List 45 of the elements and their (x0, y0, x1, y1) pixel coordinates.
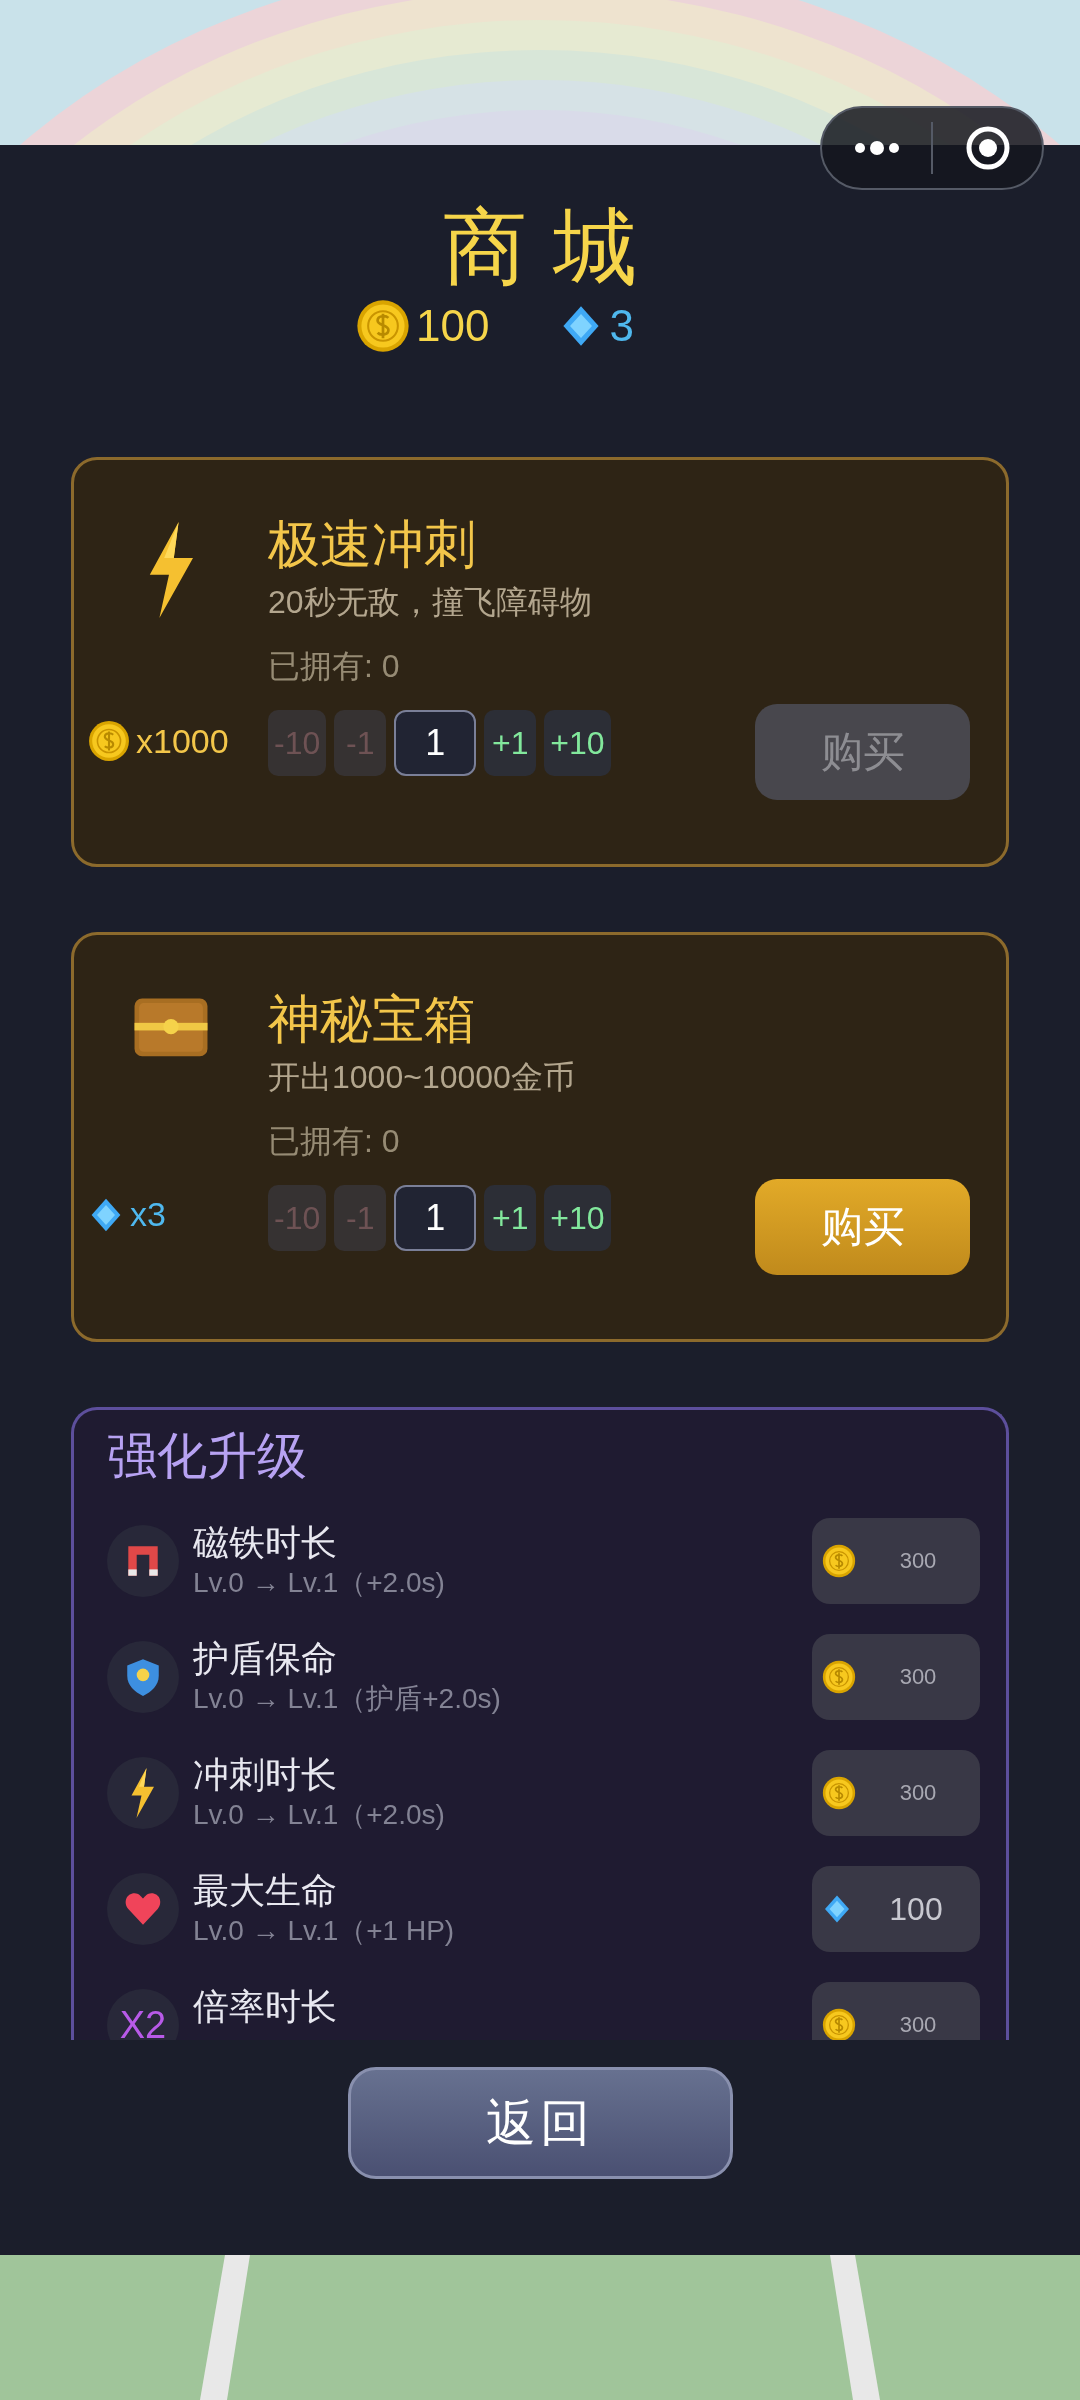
lightning-icon (129, 1768, 157, 1818)
upgrade-level: Lv.0 → Lv.1（+2.0s) (193, 1798, 445, 1832)
item-name: 神秘宝箱 (268, 989, 477, 1050)
coin-icon (822, 1660, 856, 1694)
diamond-balance: 3 (609, 301, 634, 351)
shop-title: 商城 (443, 199, 663, 296)
owned-count: 已拥有: 0 (268, 1122, 401, 1161)
item-description: 开出1000~10000金币 (268, 1058, 575, 1097)
upgrade-name: 最大生命 (193, 1869, 338, 1913)
target-icon[interactable] (964, 125, 1011, 171)
upgrade-level: Lv.0 → Lv.1（护盾+2.0s) (193, 1682, 501, 1716)
item-description: 20秒无敌，撞飞障碍物 (268, 583, 592, 622)
coin-icon (822, 1544, 856, 1578)
item-name: 极速冲刺 (268, 514, 477, 575)
back-button[interactable]: 返回 (347, 2067, 733, 2179)
upgrade-name: 倍率时长 (193, 1985, 337, 2029)
coin-icon (822, 1776, 856, 1810)
price-label: x3 (130, 1195, 166, 1234)
upgrade-name: 护盾保命 (193, 1637, 338, 1681)
upgrade-button[interactable]: 300 (812, 1982, 980, 2040)
upgrade-button[interactable]: 300 (812, 1750, 980, 1836)
section-title: 强化升级 (107, 1427, 308, 1486)
owned-count: 已拥有: 0 (268, 647, 401, 686)
quantity-field[interactable]: 1 (394, 1185, 477, 1251)
quantity-field[interactable]: 1 (394, 710, 477, 776)
upgrade-level: Lv.0 → Lv.1（+2.0s) (193, 1566, 445, 1600)
upgrade-level: Lv.0 → Lv.1（+1 HP) (193, 1914, 455, 1948)
quantity-step-button[interactable]: +1 (484, 1185, 537, 1251)
coin-icon (88, 720, 130, 762)
upgrade-button[interactable]: 300 (812, 1518, 980, 1604)
quantity-step-button[interactable]: +10 (544, 1185, 611, 1251)
upgrade-button[interactable]: 300 (812, 1634, 980, 1720)
coin-icon (356, 299, 411, 353)
multiplier-badge: X2 (107, 1989, 179, 2040)
upgrade-button[interactable]: 100 (812, 1866, 980, 1952)
coin-icon (822, 2008, 856, 2040)
quantity-step-button[interactable]: +10 (544, 710, 611, 776)
chest-icon (133, 997, 209, 1058)
coin-balance: 100 (416, 301, 490, 351)
quantity-step-button[interactable]: +1 (484, 710, 537, 776)
price-label: x1000 (136, 721, 229, 761)
diamond-icon (822, 1894, 852, 1924)
buy-button[interactable]: 购买 (755, 1179, 970, 1275)
upgrade-name: 磁铁时长 (193, 1521, 338, 1565)
upgrade-name: 冲刺时长 (193, 1753, 338, 1797)
